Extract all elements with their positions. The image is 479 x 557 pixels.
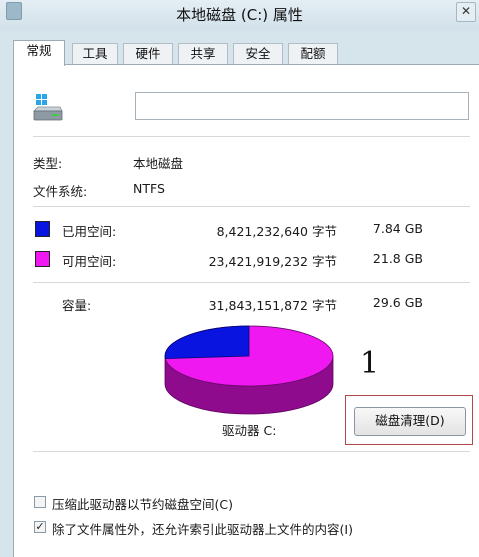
- used-space-label: 已用空间:: [62, 224, 117, 239]
- used-space-size: 7.84 GB: [372, 221, 423, 236]
- tab-hardware[interactable]: 硬件: [123, 43, 173, 64]
- capacity-size: 29.6 GB: [372, 295, 423, 310]
- disk-cleanup-button[interactable]: 磁盘清理(D): [354, 407, 466, 436]
- disk-usage-pie: [164, 325, 334, 415]
- close-button[interactable]: ✕: [456, 2, 476, 22]
- drive-name-input[interactable]: [135, 92, 469, 120]
- file-system-label: 文件系统:: [33, 184, 88, 199]
- capacity-bytes: 31,843,151,872 字节: [208, 298, 337, 313]
- compress-drive-checkbox[interactable]: [34, 496, 46, 508]
- separator: [33, 206, 470, 207]
- pie-slice-used: [164, 325, 250, 360]
- compress-drive-label: 压缩此驱动器以节约磁盘空间(C): [52, 497, 233, 512]
- separator: [33, 136, 470, 137]
- index-contents-label: 除了文件属性外，还允许索引此驱动器上文件的内容(I): [52, 522, 353, 537]
- free-space-size: 21.8 GB: [372, 251, 423, 266]
- used-space-bytes: 8,421,232,640 字节: [216, 224, 337, 239]
- used-space-swatch: [35, 221, 50, 237]
- tab-general[interactable]: 常规: [13, 40, 65, 66]
- tab-tools[interactable]: 工具: [72, 43, 118, 64]
- type-label: 类型:: [33, 156, 63, 171]
- hard-drive-icon: [30, 93, 64, 127]
- type-value: 本地磁盘: [133, 156, 184, 171]
- title-bar: 本地磁盘 (C:) 属性 ✕: [0, 0, 479, 30]
- free-space-bytes: 23,421,919,232 字节: [208, 254, 337, 269]
- separator: [33, 451, 470, 452]
- free-space-swatch: [35, 251, 50, 267]
- tab-quota[interactable]: 配额: [288, 43, 338, 64]
- tab-sharing[interactable]: 共享: [178, 43, 228, 64]
- separator: [33, 282, 470, 283]
- file-system-value: NTFS: [133, 181, 165, 196]
- free-space-label: 可用空间:: [62, 254, 117, 269]
- annotation-number: 1: [360, 346, 380, 381]
- index-contents-checkbox[interactable]: ✓: [34, 521, 46, 533]
- drive-label: 驱动器 C:: [222, 423, 277, 438]
- window-title: 本地磁盘 (C:) 属性: [176, 6, 303, 24]
- capacity-label: 容量:: [62, 298, 92, 313]
- tab-security[interactable]: 安全: [233, 43, 283, 64]
